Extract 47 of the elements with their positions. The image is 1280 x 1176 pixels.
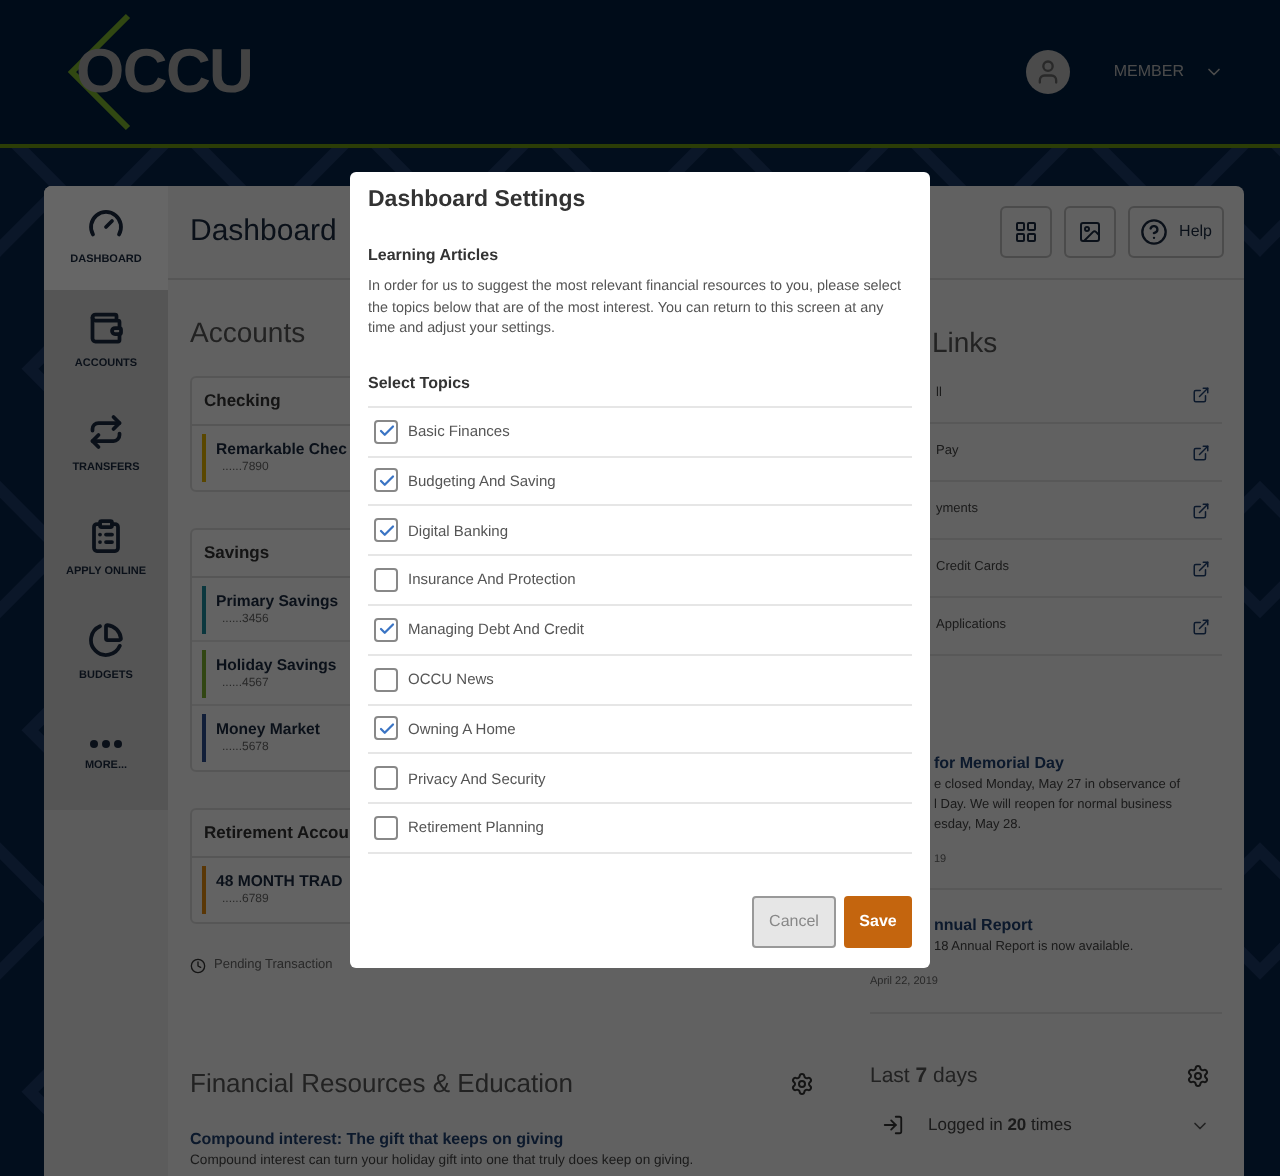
more-icon — [90, 740, 122, 749]
activity-title: Last 7 days — [870, 1061, 978, 1091]
page-title: Dashboard — [190, 211, 337, 252]
checkbox[interactable] — [374, 419, 398, 444]
checkbox[interactable] — [374, 766, 398, 791]
login-icon — [882, 1114, 904, 1137]
settings-icon — [790, 1071, 814, 1095]
group-title: Checking — [204, 388, 281, 414]
section-title: Financial Resources & Education — [190, 1065, 573, 1102]
external-link-icon — [1192, 559, 1210, 577]
checkbox[interactable] — [374, 468, 398, 493]
save-button[interactable]: Save — [844, 896, 912, 948]
section-title: Links — [930, 324, 1000, 362]
settings-icon — [1186, 1064, 1210, 1089]
section-heading: Select Topics — [368, 371, 472, 396]
view-button[interactable] — [1063, 206, 1116, 258]
checkbox[interactable] — [374, 568, 398, 593]
avatar-icon[interactable] — [1025, 50, 1070, 94]
image-icon — [1077, 220, 1102, 244]
dialog-title: Dashboard Settings — [368, 186, 588, 216]
activity-item: Logged in 20 times — [928, 1112, 1074, 1138]
clock-icon — [190, 957, 206, 974]
pie-chart-icon — [88, 622, 124, 659]
group-title: Savings — [204, 540, 270, 566]
external-link-icon — [1192, 617, 1210, 635]
section-title: Accounts — [190, 314, 306, 352]
help-button[interactable]: Help — [1127, 206, 1224, 258]
group-title: Retirement Accou — [204, 820, 349, 846]
checkbox[interactable] — [374, 667, 398, 692]
section-heading: Learning Articles — [368, 244, 501, 269]
clipboard-icon — [88, 518, 124, 555]
cancel-button[interactable]: Cancel — [752, 896, 836, 948]
layout-icon — [1013, 220, 1038, 244]
article-link[interactable]: Compound interest: The gift that keeps on giving — [190, 1128, 564, 1153]
arrows-icon — [88, 414, 124, 451]
external-link-icon — [1192, 443, 1210, 461]
user-menu[interactable]: MEMBER — [1113, 60, 1184, 84]
checkbox[interactable] — [374, 518, 398, 543]
checkbox[interactable] — [374, 816, 398, 841]
wallet-icon — [88, 310, 124, 347]
external-link-icon — [1192, 385, 1210, 403]
logo-text: OCCU — [76, 33, 253, 110]
external-link-icon — [1192, 501, 1210, 519]
checkbox[interactable] — [374, 716, 398, 741]
layout-button[interactable] — [999, 206, 1052, 258]
help-icon — [1139, 218, 1168, 246]
checkbox[interactable] — [374, 617, 398, 642]
